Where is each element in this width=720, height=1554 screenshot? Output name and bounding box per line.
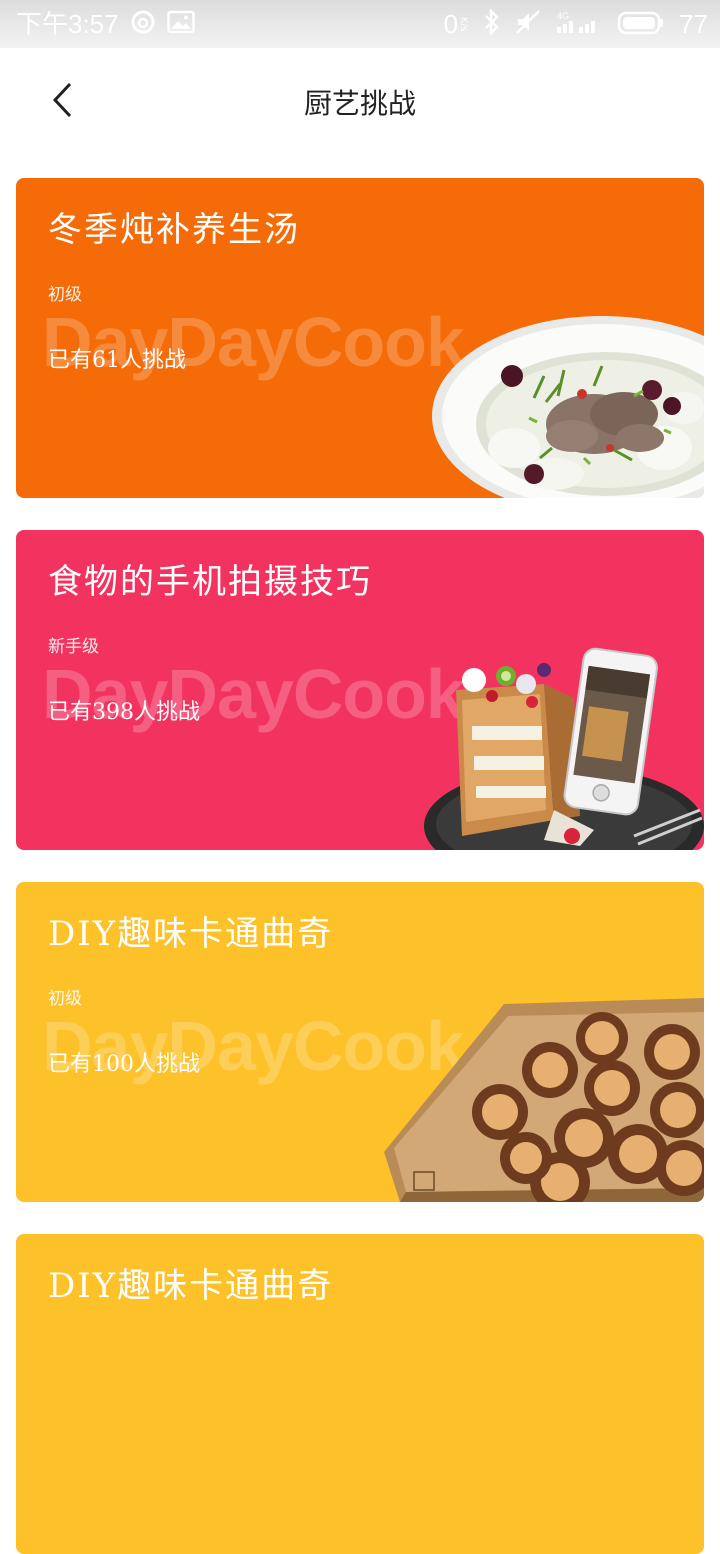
svg-text:4G: 4G [557, 11, 569, 21]
challenge-card[interactable]: DayDayCook DIY趣味卡通曲奇 初级 已有100人挑战 [16, 882, 704, 1202]
challenge-card[interactable]: DayDayCook 冬季炖补养生汤 初级 已有61人挑战 [16, 178, 704, 498]
challenge-title: DIY趣味卡通曲奇 [48, 914, 334, 954]
challenge-count: 已有398人挑战 [48, 700, 200, 725]
challenge-title: 冬季炖补养生汤 [48, 210, 300, 250]
challenge-card[interactable]: DayDayCook 食物的手机拍摄技巧 新手级 已有398人挑战 [16, 530, 704, 850]
page-title: 厨艺挑战 [303, 87, 416, 120]
challenge-level: 初级 [48, 989, 82, 1009]
netease-music-icon [131, 10, 155, 38]
challenge-count: 已有61人挑战 [48, 348, 186, 373]
net-speed-indicator: 0 K/s [443, 8, 470, 39]
battery-icon [617, 8, 665, 40]
challenge-title: 食物的手机拍摄技巧 [48, 562, 372, 602]
mute-icon [515, 9, 541, 39]
soup-bowl-image [432, 316, 704, 498]
status-time: 下午3:57 [16, 9, 119, 39]
lion-cookies-board-image [384, 998, 704, 1202]
battery-level: 77 [679, 8, 708, 39]
bluetooth-icon [483, 8, 501, 39]
challenge-level: 初级 [48, 285, 82, 305]
challenge-level: 新手级 [48, 637, 99, 657]
challenge-card[interactable]: DIY趣味卡通曲奇 [16, 1234, 704, 1554]
header: 厨艺挑战 [0, 48, 720, 152]
gallery-icon [166, 10, 195, 38]
signal-4g-icon: 4G [555, 9, 603, 39]
toast-box-and-phone-image [424, 647, 704, 850]
challenge-count: 已有100人挑战 [48, 1052, 200, 1077]
status-bar: 下午3:57 0 K/s 4G 77 [0, 0, 720, 48]
challenge-title: DIY趣味卡通曲奇 [48, 1266, 334, 1306]
